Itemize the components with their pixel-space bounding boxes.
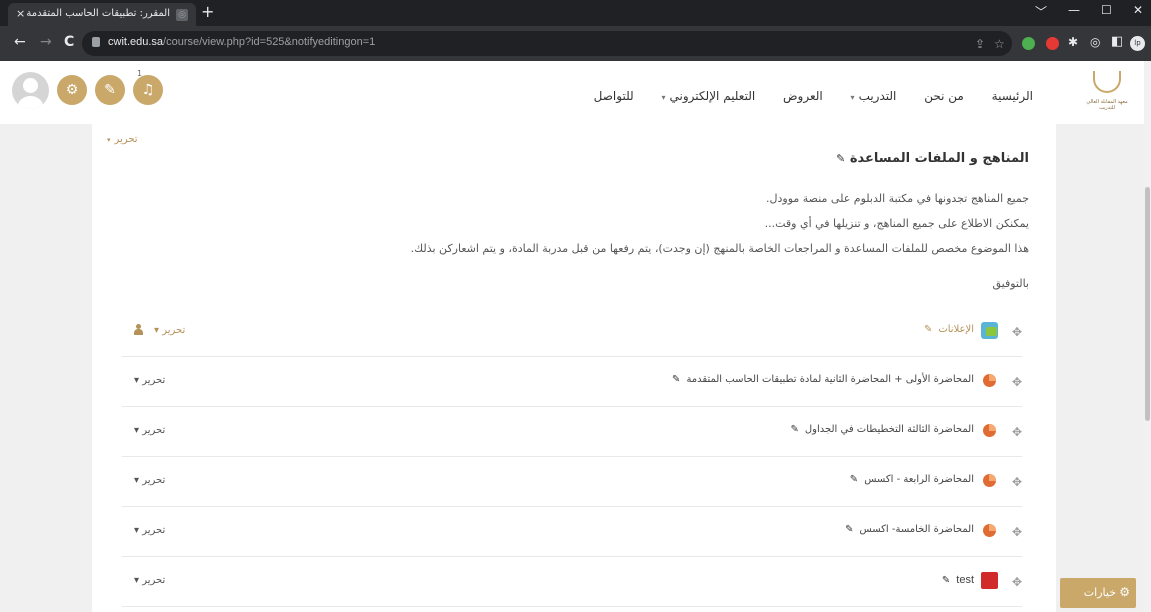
user-avatar[interactable] (12, 72, 49, 109)
site-header: معهد المقابلة العالي للتدريب الرئيسية من… (0, 61, 1151, 124)
section-paragraph: بالتوفيق (992, 277, 1029, 290)
pencil-icon[interactable]: ✎ (845, 524, 853, 535)
powerpoint-icon (981, 422, 998, 439)
bookmark-star-icon[interactable]: ☆ (994, 37, 1005, 51)
nav-offers[interactable]: العروض (783, 89, 823, 103)
activity-link[interactable]: المحاضرة الثالثة التخطيطات في الجداول✎ (791, 424, 974, 435)
powerpoint-icon (981, 372, 998, 389)
share-icon[interactable]: ⇪ (975, 37, 985, 51)
browser-tab[interactable]: ◎ المقرر: تطبيقات الحاسب المتقدمة × (8, 3, 196, 26)
course-section: تحرير▾ المناهج و الملفات المساعدة ✎ جميع… (92, 124, 1056, 612)
browser-toolbar: ← → C cwit.edu.sa/course/view.php?id=525… (0, 26, 1151, 61)
pencil-icon[interactable]: ✎ (672, 374, 680, 385)
tab-close-icon[interactable]: × (16, 7, 25, 20)
extension-red-icon[interactable] (1046, 37, 1059, 50)
scrollbar-thumb[interactable] (1145, 187, 1150, 421)
move-icon[interactable]: ✥ (1012, 475, 1022, 489)
section-edit-menu[interactable]: تحرير▾ (107, 134, 138, 145)
activity-edit-menu[interactable]: تحرير ▾ (154, 325, 185, 336)
profile-avatar[interactable]: lp (1130, 36, 1145, 51)
activity-row: ✥ المحاضرة الأولى + المحاضرة الثانية لما… (122, 357, 1022, 407)
bell-icon[interactable]: ♫ (133, 75, 163, 105)
url-text: cwit.edu.sa/course/view.php?id=525&notif… (108, 36, 376, 48)
pencil-icon[interactable]: ✎ (850, 474, 858, 485)
activity-edit-menu[interactable]: تحرير ▾ (134, 525, 165, 536)
activity-edit-menu[interactable]: تحرير ▾ (134, 575, 165, 586)
options-button[interactable]: خيارات ⚙ (1060, 578, 1136, 608)
nav-training[interactable]: التدريب▾ (851, 89, 897, 103)
activity-link[interactable]: test✎ (942, 574, 974, 586)
right-gutter (1056, 124, 1144, 612)
activity-row: ✥ الإعلانات✎ تحرير ▾ (122, 307, 1022, 357)
nav-contact[interactable]: للتواصل (594, 89, 634, 103)
move-icon[interactable]: ✥ (1012, 375, 1022, 389)
tab-title: المقرر: تطبيقات الحاسب المتقدمة (26, 8, 170, 19)
site-logo[interactable]: معهد المقابلة العالي للتدريب (1083, 69, 1131, 115)
activity-row: ✥ المحاضرة الثالثة التخطيطات في الجداول✎… (122, 407, 1022, 457)
pencil-icon[interactable]: ✎ (942, 575, 950, 586)
activity-link[interactable]: الإعلانات✎ (924, 324, 974, 335)
forum-icon (981, 322, 998, 339)
options-label: خيارات (1083, 586, 1116, 599)
nav-home[interactable]: الرئيسية (992, 89, 1033, 103)
side-panel-icon[interactable]: ◧ (1111, 34, 1123, 49)
close-window-button[interactable]: ✕ (1133, 3, 1143, 17)
extensions-puzzle-icon[interactable]: ✱ (1068, 35, 1078, 49)
section-title: المناهج و الملفات المساعدة ✎ (836, 151, 1029, 166)
back-button[interactable]: ← (14, 34, 26, 50)
powerpoint-icon (981, 522, 998, 539)
nav-elearning[interactable]: التعليم الإلكتروني▾ (662, 89, 756, 103)
move-icon[interactable]: ✥ (1012, 575, 1022, 589)
chat-icon[interactable]: ✎ (95, 75, 125, 105)
extension-clip-icon[interactable]: ◎ (1090, 35, 1100, 49)
lock-icon[interactable] (92, 37, 100, 47)
extension-green-icon[interactable] (1022, 37, 1035, 50)
move-icon[interactable]: ✥ (1012, 425, 1022, 439)
tab-favicon-icon: ◎ (176, 9, 188, 21)
reload-button[interactable]: C (64, 34, 74, 50)
pencil-icon[interactable]: ✎ (791, 424, 799, 435)
section-paragraph: يمكنكن الاطلاع على جميع المناهج، و تنزيل… (764, 217, 1029, 230)
activity-edit-menu[interactable]: تحرير ▾ (134, 475, 165, 486)
section-paragraph: هذا الموضوع مخصص للملفات المساعدة و المر… (410, 242, 1029, 255)
nav-about[interactable]: من نحن (924, 89, 964, 103)
activity-link[interactable]: المحاضرة الخامسة- اكسس✎ (845, 524, 974, 535)
logo-mark-icon (1093, 71, 1121, 93)
powerpoint-icon (981, 472, 998, 489)
activity-link[interactable]: المحاضرة الأولى + المحاضرة الثانية لمادة… (672, 374, 974, 385)
gear-icon: ⚙ (1119, 585, 1130, 599)
tab-search-icon[interactable]: ﹀ (1035, 3, 1047, 20)
address-bar[interactable]: cwit.edu.sa/course/view.php?id=525&notif… (82, 31, 1012, 56)
page-scrollbar[interactable] (1144, 61, 1151, 612)
minimize-button[interactable]: — (1068, 3, 1080, 17)
pencil-icon[interactable]: ✎ (836, 152, 845, 165)
notification-count: 1 (137, 69, 143, 78)
pencil-icon[interactable]: ✎ (924, 324, 932, 335)
left-gutter (0, 124, 92, 612)
move-icon[interactable]: ✥ (1012, 525, 1022, 539)
new-tab-button[interactable]: + (201, 2, 214, 21)
activity-edit-menu[interactable]: تحرير ▾ (134, 375, 165, 386)
settings-icon[interactable]: ⚙ (57, 75, 87, 105)
pdf-icon (981, 572, 998, 589)
activity-row: ✥ المحاضرة الخامسة- اكسس✎ تحرير ▾ (122, 507, 1022, 557)
activity-link[interactable]: المحاضرة الرابعة - اكسس✎ (850, 474, 974, 485)
person-icon[interactable] (134, 324, 143, 336)
logo-text: معهد المقابلة العالي للتدريب (1086, 99, 1128, 111)
chevron-down-icon: ▾ (661, 93, 666, 102)
chevron-down-icon: ▾ (850, 93, 855, 102)
forward-button[interactable]: → (40, 34, 52, 50)
maximize-button[interactable]: ☐ (1101, 3, 1112, 17)
activity-edit-menu[interactable]: تحرير ▾ (134, 425, 165, 436)
activity-row: ✥ test✎ تحرير ▾ (122, 557, 1022, 607)
move-icon[interactable]: ✥ (1012, 325, 1022, 339)
main-nav: الرئيسية من نحن التدريب▾ العروض التعليم … (570, 89, 1033, 103)
browser-tab-strip: ◎ المقرر: تطبيقات الحاسب المتقدمة × + ﹀ … (0, 0, 1151, 26)
section-paragraph: جميع المناهج تجدونها في مكتبة الدبلوم عل… (766, 192, 1029, 205)
activity-row: ✥ المحاضرة الرابعة - اكسس✎ تحرير ▾ (122, 457, 1022, 507)
